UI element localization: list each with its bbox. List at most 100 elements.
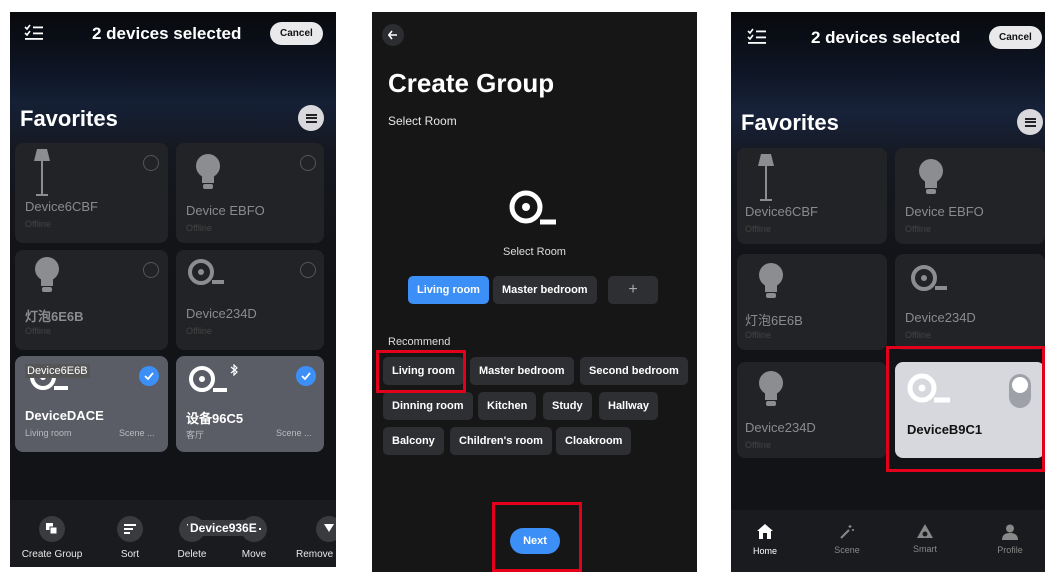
recommend-chip[interactable]: Kitchen	[478, 392, 537, 420]
device-name: 设备96C5	[186, 411, 244, 426]
bulb-icon	[196, 154, 220, 189]
device-status: Offline	[905, 330, 931, 340]
device-name: Device6CBF	[25, 199, 98, 214]
recommend-chip[interactable]: Hallway	[599, 392, 658, 420]
recommend-chip[interactable]: Cloakroom	[556, 427, 632, 455]
light-strip-icon	[509, 190, 556, 225]
nav-home[interactable]: Home	[751, 524, 779, 556]
batch-toolbar: Create Group Sort Delete Move Remove Dev…	[10, 500, 336, 567]
profile-icon	[1002, 524, 1018, 540]
cancel-button[interactable]: Cancel	[989, 26, 1042, 49]
menu-icon[interactable]	[298, 105, 324, 131]
device-card[interactable]: Device234D Offline	[737, 362, 887, 458]
select-room-label: Select Room	[503, 246, 566, 258]
bulb-icon	[919, 159, 943, 194]
device-card[interactable]: Device234D Offline	[895, 254, 1045, 350]
bulb-icon	[759, 263, 783, 298]
device-status: Offline	[745, 440, 771, 450]
back-arrow-icon[interactable]	[382, 24, 404, 46]
select-radio[interactable]	[143, 155, 159, 171]
nav-profile[interactable]: Profile	[993, 524, 1027, 555]
device-status: Offline	[745, 224, 771, 234]
screen-batch-select-group: 2 devices selected Cancel Favorites Devi…	[731, 12, 1045, 572]
add-room-button[interactable]: +	[608, 276, 658, 304]
smart-icon	[917, 524, 933, 538]
header-title: 2 devices selected	[92, 24, 242, 43]
screen-batch-select: 2 devices selected Cancel Favorites Devi…	[10, 12, 336, 567]
device-status: Offline	[905, 224, 931, 234]
light-strip-icon	[189, 366, 227, 392]
create-group-button[interactable]: Create Group	[20, 516, 84, 560]
recommend-chip[interactable]: Dinning room	[383, 392, 473, 420]
list-select-icon[interactable]	[24, 24, 44, 47]
device-name: 灯泡6E6B	[745, 313, 803, 328]
home-icon	[757, 524, 773, 539]
device-card-selected[interactable]: Device6E6B DeviceDACE Living room Scene …	[15, 356, 168, 452]
device-name: 灯泡6E6B	[25, 309, 84, 324]
device-card[interactable]: Device6CBF Offline	[737, 148, 887, 244]
device-name: Device EBFO	[186, 203, 265, 218]
select-radio[interactable]	[300, 155, 316, 171]
recommend-chip[interactable]: Second bedroom	[580, 357, 688, 385]
check-icon[interactable]	[139, 366, 159, 386]
recommend-label: Recommend	[388, 336, 451, 348]
room-chip-living-room[interactable]: Living room	[408, 276, 489, 304]
page-subtitle: Select Room	[388, 114, 457, 128]
device-name: Device EBFO	[905, 204, 984, 219]
device-scene: Scene ...	[119, 428, 155, 438]
favorites-title: Favorites	[20, 106, 118, 131]
highlight-box	[886, 346, 1045, 472]
recommend-chip[interactable]: Balcony	[383, 427, 444, 455]
device-room: 客厅	[186, 430, 205, 440]
sort-icon	[117, 516, 143, 542]
floor-lamp-icon	[758, 154, 774, 201]
remove-button[interactable]: Remove	[294, 516, 336, 560]
list-select-icon[interactable]	[747, 28, 767, 51]
room-chip-master-bedroom[interactable]: Master bedroom	[493, 276, 597, 304]
recommend-chip[interactable]: Master bedroom	[470, 357, 574, 385]
create-group-icon	[39, 516, 65, 542]
device-status: Offline	[745, 330, 771, 340]
device-name: Device6CBF	[745, 204, 818, 219]
recommend-chip[interactable]: Study	[543, 392, 592, 420]
cancel-button[interactable]: Cancel	[270, 22, 323, 45]
screen-create-group: Create Group Select Room Select Room Liv…	[372, 12, 697, 572]
light-strip-icon	[911, 265, 947, 291]
device-scene: Scene ...	[276, 428, 312, 438]
device-status: Offline	[25, 219, 51, 229]
device-card[interactable]: Device234D Offline	[176, 250, 324, 350]
device-name: Device234D	[905, 310, 976, 325]
device-card[interactable]: Device EBFO Offline	[176, 143, 324, 243]
device-status: Offline	[25, 326, 51, 336]
device-room: Living room	[25, 428, 72, 438]
check-icon[interactable]	[296, 366, 316, 386]
bottom-nav: Home Scene Smart Profile	[731, 510, 1045, 572]
device-card[interactable]: Device EBFO Offline	[895, 148, 1045, 244]
device-name: Device234D	[745, 420, 816, 435]
remove-icon	[316, 516, 336, 542]
select-radio[interactable]	[143, 262, 159, 278]
drag-ghost-label: Device6E6B	[25, 364, 90, 378]
device-card-selected[interactable]: 设备96C5 客厅 Scene ...	[176, 356, 324, 452]
highlight-box	[376, 350, 466, 393]
bulb-icon	[35, 257, 59, 292]
favorites-title: Favorites	[741, 110, 839, 135]
device-name: Device234D	[186, 306, 257, 321]
nav-smart[interactable]: Smart	[909, 524, 941, 554]
device-card[interactable]: 灯泡6E6B Offline	[15, 250, 168, 350]
nav-scene[interactable]: Scene	[831, 524, 863, 555]
bulb-icon	[759, 371, 783, 406]
recommend-chip[interactable]: Children's room	[450, 427, 552, 455]
select-radio[interactable]	[300, 262, 316, 278]
device-card[interactable]: 灯泡6E6B Offline	[737, 254, 887, 350]
highlight-box	[492, 502, 582, 572]
bluetooth-icon	[230, 364, 238, 376]
floor-lamp-icon	[34, 149, 50, 196]
menu-icon[interactable]	[1017, 109, 1043, 135]
drag-ghost-label: Device936E	[188, 520, 259, 536]
device-status: Offline	[186, 223, 212, 233]
device-card[interactable]: Device6CBF Offline	[15, 143, 168, 243]
device-status: Offline	[186, 326, 212, 336]
header-title: 2 devices selected	[811, 28, 961, 47]
sort-button[interactable]: Sort	[108, 516, 152, 560]
